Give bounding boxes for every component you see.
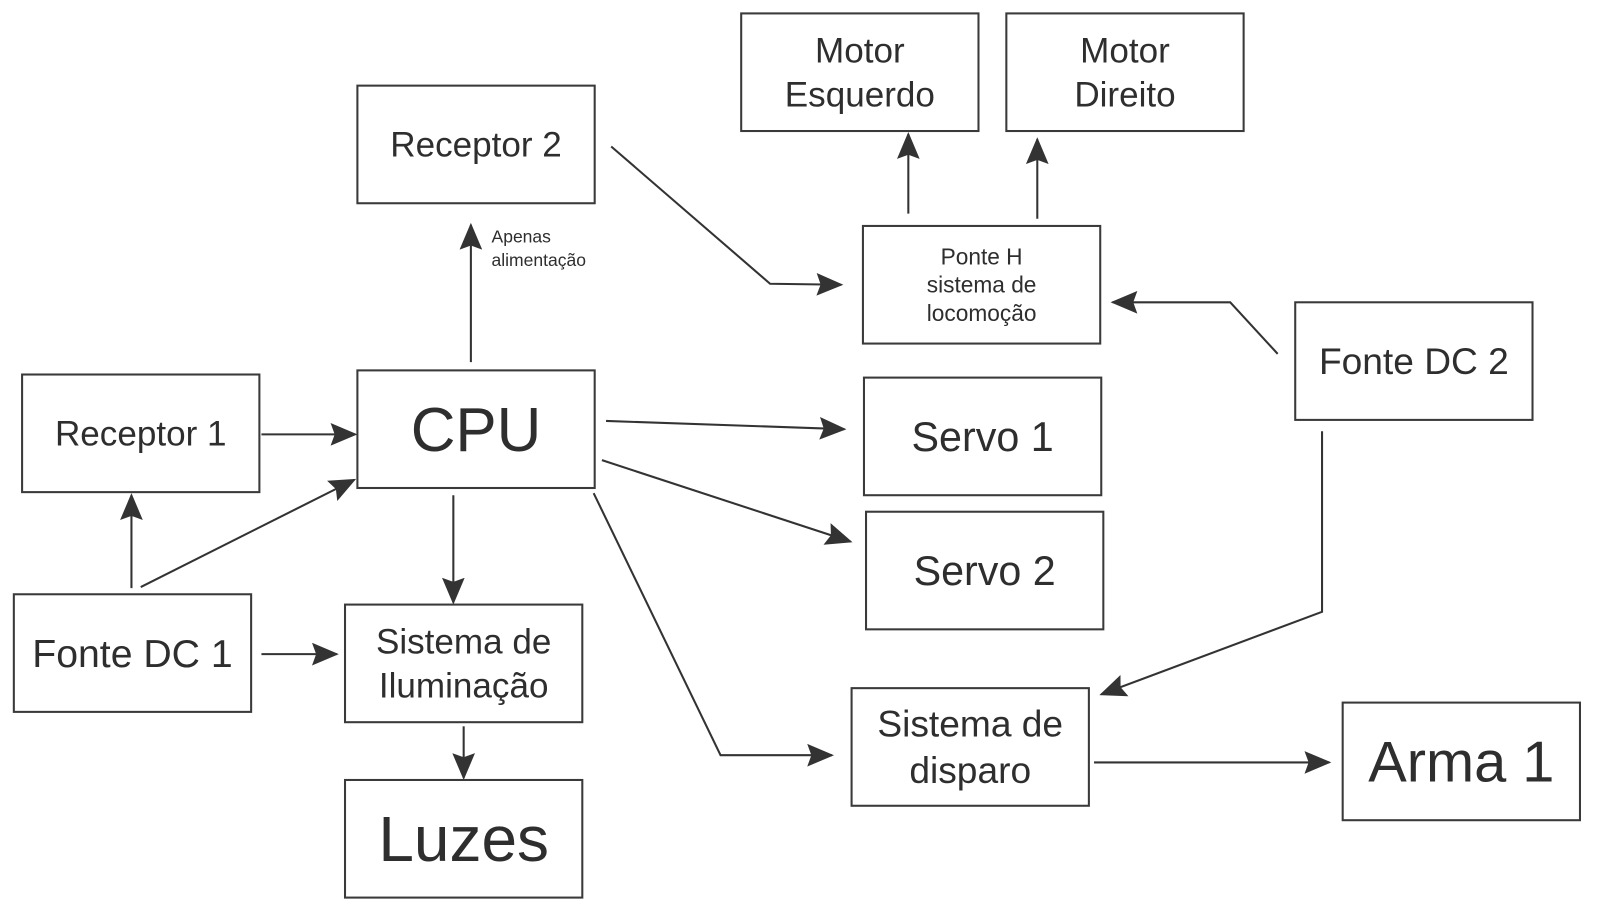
box-receptor2: Receptor 2	[356, 84, 596, 205]
box-label: Sistema de	[376, 623, 551, 662]
box-label: Luzes	[378, 803, 549, 875]
block-diagram: Motor Esquerdo Motor Direito Receptor 2 Ponte…	[12, 12, 1582, 899]
connector-arrow	[592, 492, 835, 767]
box-iluminacao: Sistema de Iluminação	[343, 603, 584, 724]
connector-arrow	[610, 145, 844, 296]
connector-arrow	[140, 478, 357, 588]
box-label: Servo 1	[912, 414, 1054, 460]
connector-arrow	[601, 459, 853, 545]
box-motor-direito: Motor Direito	[1005, 12, 1245, 133]
connector-arrow	[1110, 290, 1279, 355]
box-servo2: Servo 2	[864, 510, 1105, 631]
connector-arrow	[1099, 431, 1324, 697]
box-label: Motor	[1080, 32, 1170, 71]
box-label: Fonte DC 2	[1319, 340, 1509, 382]
box-label: Ponte H	[941, 243, 1023, 269]
box-servo1: Servo 1	[862, 376, 1103, 497]
box-arma1: Arma 1	[1341, 701, 1582, 822]
box-label: Iluminação	[379, 667, 549, 706]
box-receptor1: Receptor 1	[21, 373, 261, 494]
box-label: Receptor 2	[390, 126, 562, 165]
annotation-line-1: Apenas	[492, 226, 552, 246]
box-label: Sistema de	[877, 703, 1063, 745]
box-ponte-h: Ponte H sistema delocomoção	[861, 224, 1102, 345]
box-disparo: Sistema dedisparo	[850, 687, 1090, 807]
box-fonte-dc2: Fonte DC 2	[1294, 301, 1534, 421]
box-luzes: Luzes	[343, 778, 584, 899]
box-cpu: CPU	[356, 369, 596, 490]
box-label: Arma 1	[1368, 731, 1554, 795]
box-label: Esquerdo	[785, 75, 935, 114]
box-label: Receptor 1	[55, 415, 227, 454]
box-label: Servo 2	[914, 548, 1056, 594]
box-label: locomoção	[927, 300, 1037, 326]
box-motor-esquerdo: Motor Esquerdo	[740, 12, 980, 133]
box-label: disparo	[909, 749, 1031, 791]
box-label: Direito	[1074, 75, 1175, 114]
box-label: Motor	[815, 32, 905, 71]
box-label: Fonte DC 1	[32, 633, 232, 676]
box-label: CPU	[411, 396, 542, 465]
box-label: sistema de	[927, 272, 1037, 298]
annotation-line-2: alimentação	[492, 250, 586, 270]
connector-arrow	[606, 416, 847, 440]
box-fonte-dc1: Fonte DC 1	[12, 593, 253, 713]
